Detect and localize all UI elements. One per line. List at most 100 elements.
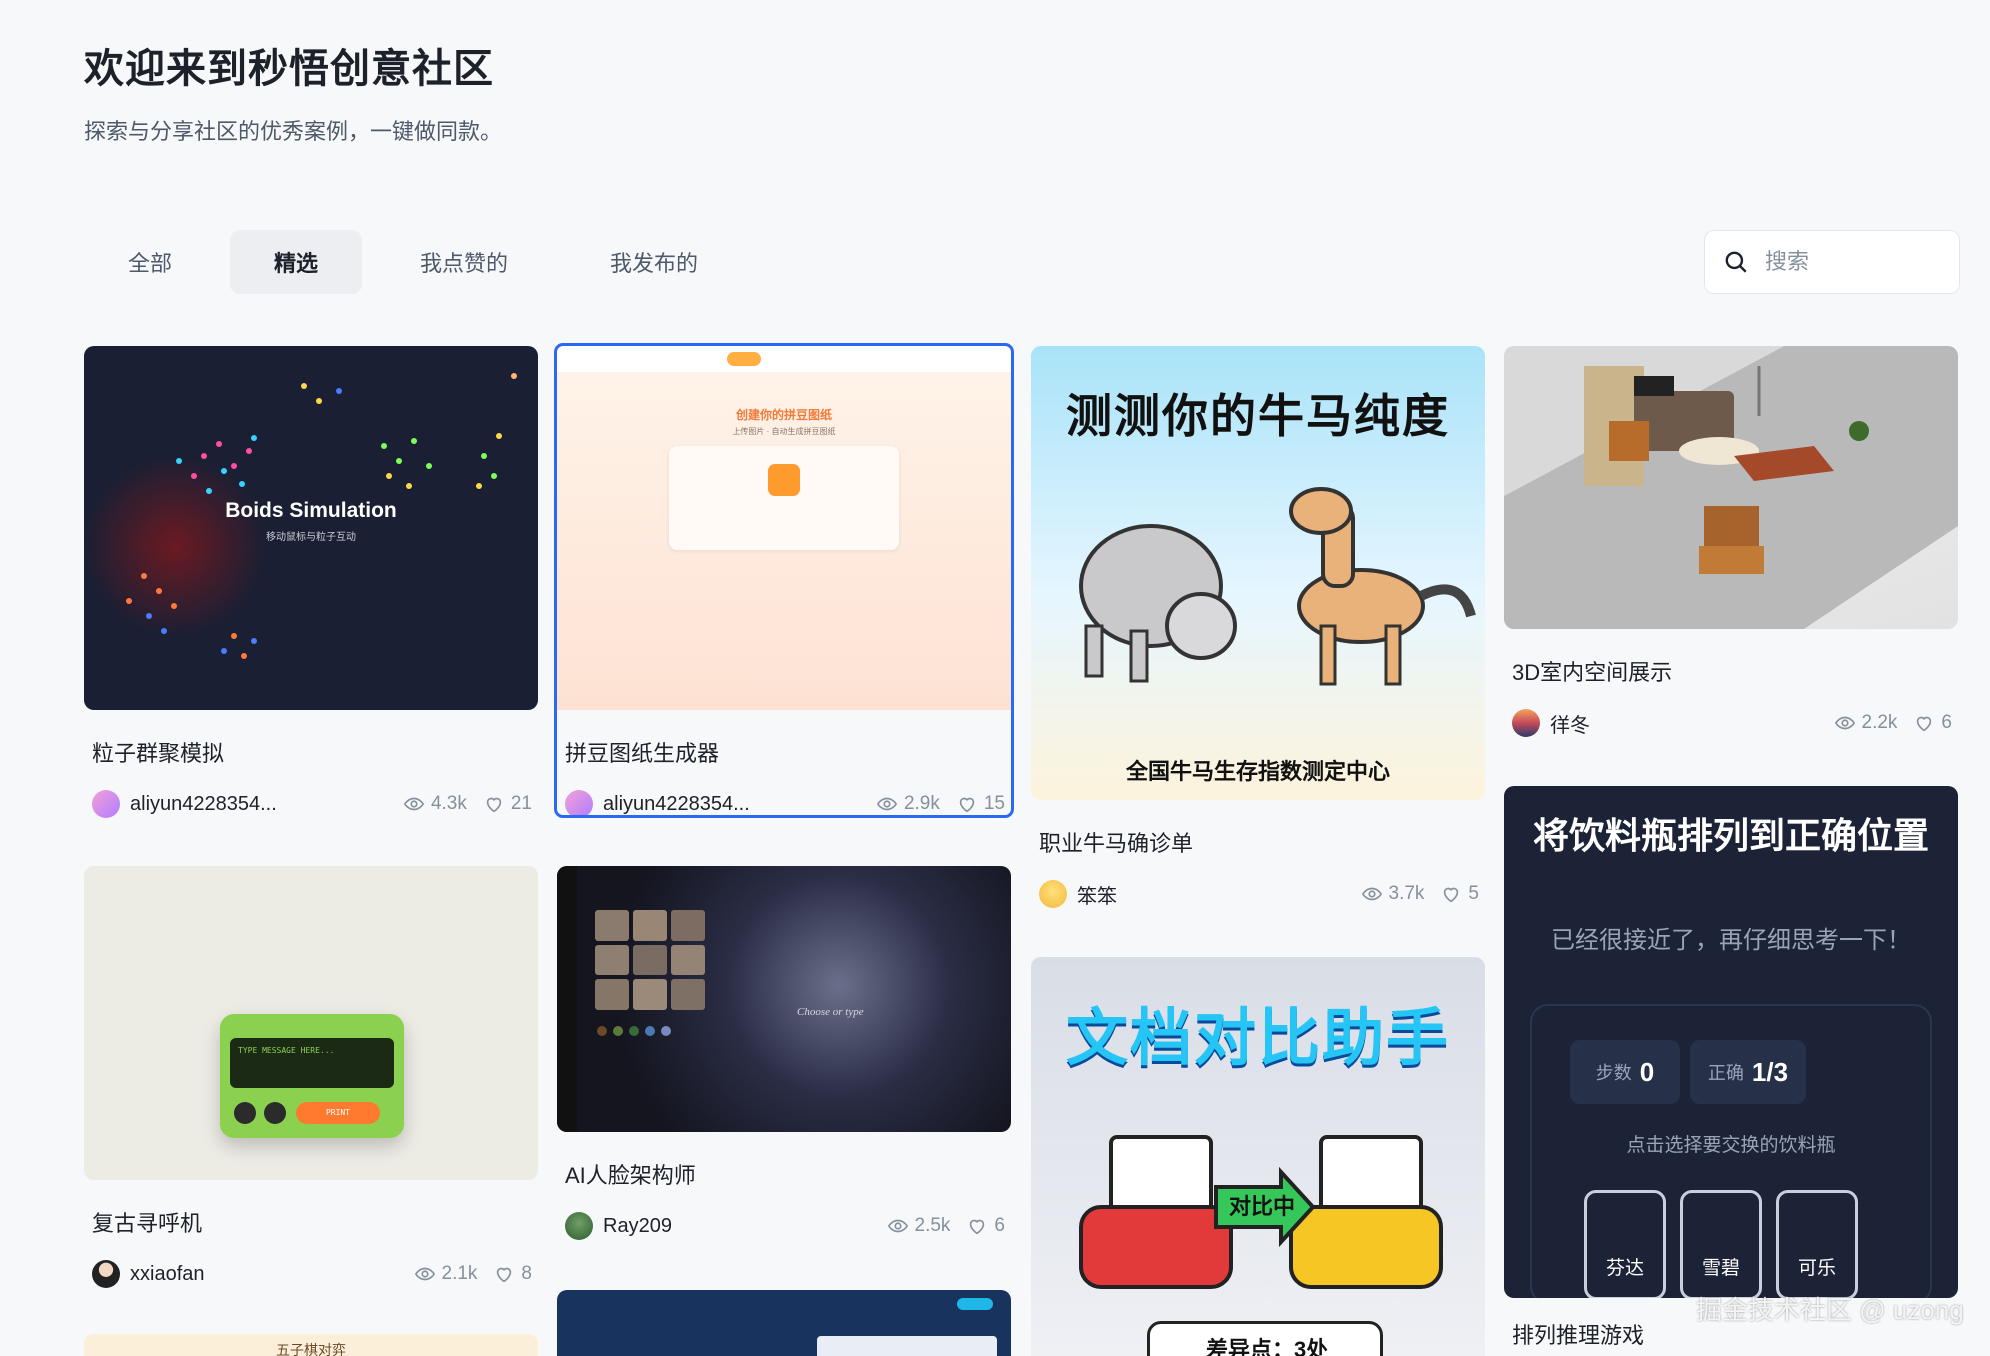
case-card[interactable]: 五子棋对弈 xyxy=(84,1334,538,1356)
thumb-title: 文档对比助手 xyxy=(1065,1004,1450,1073)
case-card[interactable]: 文档对比助手 对比中 差异点：3处 xyxy=(1031,957,1485,1356)
thumb-navbar xyxy=(557,346,1011,372)
case-card[interactable] xyxy=(557,1290,1011,1356)
author-name[interactable]: 笨笨 xyxy=(1077,880,1247,909)
eye-icon xyxy=(876,797,898,811)
heart-icon[interactable] xyxy=(483,793,505,815)
like-count: 6 xyxy=(1941,712,1952,733)
upload-panel xyxy=(669,446,899,550)
room-3d-graphic xyxy=(1504,346,1958,629)
tab-all[interactable]: 全部 xyxy=(84,230,216,294)
like-count: 15 xyxy=(983,793,1005,814)
heart-icon[interactable] xyxy=(956,793,978,815)
thumb-subtitle: 上传图片 · 自动生成拼豆图纸 xyxy=(732,427,836,436)
thumb-subtitle: 全国牛马生存指数测定中心 xyxy=(1125,759,1390,784)
case-card[interactable]: TYPE MESSAGE HERE... PRINT 复古寻呼机 xxiaofa… xyxy=(84,866,538,1292)
avatar[interactable] xyxy=(565,1212,593,1240)
card-title[interactable]: 3D室内空间展示 xyxy=(1512,655,1958,687)
filter-tabs: 全部 精选 我点赞的 我发布的 xyxy=(84,230,742,294)
like-count: 6 xyxy=(994,1215,1005,1236)
card-title[interactable]: 职业牛马确诊单 xyxy=(1039,826,1485,858)
upload-icon xyxy=(768,464,800,496)
thumb-panel xyxy=(817,1336,997,1356)
steps-value: 0 xyxy=(1639,1056,1655,1087)
watermark: 掘金技术社区 @ uzong xyxy=(1696,1295,1964,1325)
author-name[interactable]: 徉冬 xyxy=(1550,709,1720,738)
thumb-subtitle: 移动鼠标与粒子互动 xyxy=(266,532,356,543)
view-count: 2.5k xyxy=(914,1215,951,1236)
case-card[interactable]: 创建你的拼豆图纸 上传图片 · 自动生成拼豆图纸 拼豆图纸生成器 aliyun4… xyxy=(554,343,1014,818)
heart-icon[interactable] xyxy=(966,1215,988,1237)
case-card[interactable]: 测测你的牛马纯度 全国牛马生存指数测定中心 职业牛马确诊单 笨笨 3.7k 5 xyxy=(1031,346,1485,912)
heart-icon[interactable] xyxy=(1440,883,1462,905)
view-count: 3.7k xyxy=(1388,883,1425,904)
page-subtitle: 探索与分享社区的优秀案例，一键做同款。 xyxy=(84,119,503,144)
bottle-slot[interactable]: 雪碧 xyxy=(1680,1190,1762,1298)
search-input[interactable] xyxy=(1765,249,1935,275)
thumb-title: 五子棋对弈 xyxy=(276,1342,346,1356)
card-title[interactable]: 复古寻呼机 xyxy=(92,1206,538,1238)
pager-print-button: PRINT xyxy=(296,1102,380,1124)
game-hint: 点击选择要交换的饮料瓶 xyxy=(1626,1135,1836,1156)
view-count: 4.3k xyxy=(430,793,467,814)
author-name[interactable]: xxiaofan xyxy=(130,1263,300,1286)
author-name[interactable]: aliyun4228354... xyxy=(130,793,300,816)
correct-label: 正确 xyxy=(1707,1063,1744,1083)
eye-icon xyxy=(414,1267,435,1281)
card-thumbnail[interactable]: Boids Simulation 移动鼠标与粒子互动 xyxy=(84,346,538,710)
card-thumbnail[interactable]: 五子棋对弈 xyxy=(84,1334,538,1356)
ox-and-horse-illustration xyxy=(1079,487,1476,686)
view-count: 2.2k xyxy=(1861,712,1898,733)
view-count: 2.9k xyxy=(903,793,940,814)
like-count: 5 xyxy=(1468,883,1479,904)
card-meta: 徉冬 2.2k 6 xyxy=(1504,705,1958,741)
card-thumbnail[interactable]: 创建你的拼豆图纸 上传图片 · 自动生成拼豆图纸 xyxy=(557,346,1011,710)
card-meta: xxiaofan 2.1k 8 xyxy=(84,1256,538,1292)
case-card[interactable]: Boids Simulation 移动鼠标与粒子互动 粒子群聚模拟 aliyun… xyxy=(84,346,538,822)
card-meta: Ray209 2.5k 6 xyxy=(557,1208,1011,1244)
thumb-badge: 对比中 xyxy=(1228,1194,1295,1219)
eye-grid xyxy=(595,910,705,1010)
like-count: 21 xyxy=(510,793,532,814)
avatar[interactable] xyxy=(1512,709,1540,737)
page-title: 欢迎来到秒悟创意社区 xyxy=(84,47,494,91)
eye-icon xyxy=(887,1219,908,1233)
author-name[interactable]: aliyun4228354... xyxy=(603,793,773,816)
avatar[interactable] xyxy=(565,790,593,818)
thumb-title: 创建你的拼豆图纸 xyxy=(735,408,832,422)
view-count: 2.1k xyxy=(441,1263,478,1284)
bottle-slot[interactable]: 可乐 xyxy=(1776,1190,1858,1298)
pager-screen: TYPE MESSAGE HERE... xyxy=(230,1038,394,1088)
case-card[interactable]: 将饮料瓶排列到正确位置 已经很接近了，再仔细思考一下！ 步数 0 正确 1/3 … xyxy=(1504,786,1958,1350)
avatar[interactable] xyxy=(92,790,120,818)
eye-icon xyxy=(1834,716,1855,730)
like-count: 8 xyxy=(521,1263,532,1284)
tab-featured[interactable]: 精选 xyxy=(230,230,363,294)
case-card[interactable]: 3D室内空间展示 徉冬 2.2k 6 xyxy=(1504,346,1958,741)
correct-value: 1/3 xyxy=(1751,1056,1789,1087)
card-title[interactable]: 粒子群聚模拟 xyxy=(92,736,538,768)
card-thumbnail[interactable] xyxy=(557,1290,1011,1356)
bottle-slot[interactable]: 芬达 xyxy=(1584,1190,1666,1298)
thumb-input-hint: Choose or type xyxy=(797,1006,864,1018)
avatar[interactable] xyxy=(92,1260,120,1288)
search-box[interactable] xyxy=(1704,230,1960,294)
thumb-nav-pill xyxy=(727,352,761,366)
eye-icon xyxy=(1361,887,1382,901)
card-thumbnail[interactable]: 测测你的牛马纯度 全国牛马生存指数测定中心 xyxy=(1031,346,1485,800)
tab-my-liked[interactable]: 我点赞的 xyxy=(376,230,552,294)
correct-box: 正确 1/3 xyxy=(1690,1040,1806,1104)
card-title[interactable]: 拼豆图纸生成器 xyxy=(565,736,1011,768)
tab-my-published[interactable]: 我发布的 xyxy=(566,230,742,294)
card-thumbnail[interactable]: TYPE MESSAGE HERE... PRINT xyxy=(84,866,538,1180)
card-title[interactable]: AI人脸架构师 xyxy=(565,1158,1011,1190)
card-thumbnail[interactable] xyxy=(1504,346,1958,629)
avatar[interactable] xyxy=(1039,880,1067,908)
heart-icon[interactable] xyxy=(493,1263,515,1285)
case-card[interactable]: Choose or type AI人脸架构师 Ray209 2.5k 6 xyxy=(557,866,1011,1244)
card-thumbnail[interactable]: 将饮料瓶排列到正确位置 已经很接近了，再仔细思考一下！ 步数 0 正确 1/3 … xyxy=(1504,786,1958,1298)
card-thumbnail[interactable]: 文档对比助手 对比中 差异点：3处 xyxy=(1031,957,1485,1356)
author-name[interactable]: Ray209 xyxy=(603,1215,773,1238)
heart-icon[interactable] xyxy=(1913,712,1935,734)
card-thumbnail[interactable]: Choose or type xyxy=(557,866,1011,1132)
